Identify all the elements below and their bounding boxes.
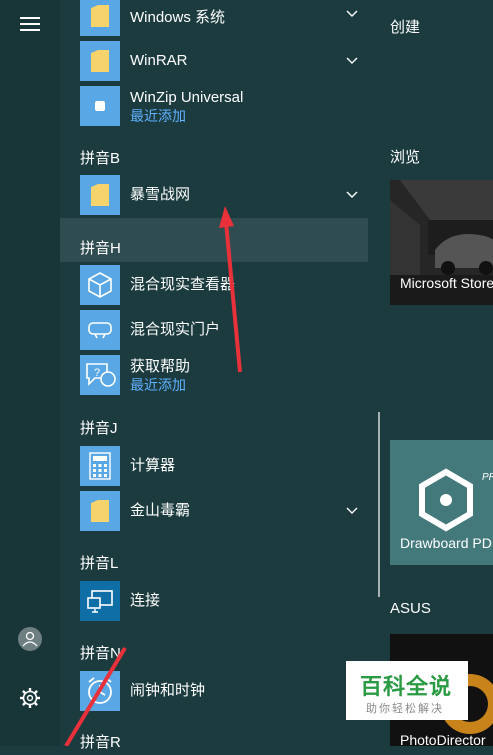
app-name: WinZip Universal [130,89,244,106]
watermark-title: 百科全说 [360,674,453,699]
app-name: WinRAR [130,52,188,69]
app-get-help[interactable]: ? 获取帮助 最近添加 [60,353,368,398]
watermark-subtitle: 助你轻松解决 [366,703,444,715]
gear-icon [20,688,40,708]
help-chat-icon: ? [80,355,120,395]
chevron-down-icon[interactable] [346,504,358,516]
user-avatar-icon [18,627,42,651]
app-name: Windows 系统 [130,9,226,26]
app-name: 获取帮助 [130,358,191,375]
tiles-panel: 创建 浏览 Microsoft Store PR Drawboard PDF A… [384,0,493,746]
chevron-down-icon[interactable] [346,188,358,200]
app-mixed-reality-portal[interactable]: 混合现实门户 [60,308,368,353]
tile-caption: Drawboard PDF [400,535,493,551]
app-connect[interactable]: 连接 [60,579,368,624]
chevron-down-icon[interactable] [346,7,358,19]
app-winzip[interactable]: WinZip Universal 最近添加 [60,84,368,129]
group-header-label: 拼音L [80,555,119,572]
app-blizzard[interactable]: 暴雪战网 [60,173,368,218]
app-list: Windows 系统 WinRAR WinZip Universal 最近添加 … [60,0,368,751]
tile-caption: Microsoft Store [400,275,493,291]
group-header-b[interactable]: 拼音B [60,141,368,171]
tile-group-browse[interactable]: 浏览 [390,146,420,167]
folder-icon [80,41,120,81]
svg-text:?: ? [94,367,100,379]
tile-group-asus[interactable]: ASUS [390,600,431,617]
app-windows-system[interactable]: Windows 系统 [60,0,368,39]
group-header-r[interactable]: 拼音R [60,725,368,755]
app-list-scrollbar[interactable] [378,412,380,597]
group-header-l[interactable]: 拼音L [60,546,368,576]
alarm-clock-icon [80,671,120,711]
calculator-icon [80,446,120,486]
app-alarms-clock[interactable]: 闹钟和时钟 [60,669,368,714]
user-account-button[interactable] [12,621,48,657]
group-header-label: 拼音N [80,645,121,662]
connect-icon [80,581,120,621]
group-header-h[interactable]: 拼音H [60,218,368,262]
recently-added-label: 最近添加 [130,377,186,393]
hamburger-icon [20,17,40,31]
vr-headset-icon [80,310,120,350]
folder-icon [80,491,120,531]
app-name: 暴雪战网 [130,186,191,203]
chevron-down-icon[interactable] [346,54,358,66]
app-kingsoft[interactable]: 金山毒霸 [60,489,368,534]
tile-caption: PhotoDirector [400,732,486,746]
app-name: 计算器 [130,457,176,474]
watermark-logo: 百科全说 助你轻松解决 [346,661,468,720]
hamburger-menu-button[interactable] [12,6,48,42]
recently-added-label: 最近添加 [130,108,186,124]
cube-icon [80,265,120,305]
app-calculator[interactable]: 计算器 [60,444,368,489]
group-header-label: 拼音B [80,150,121,167]
folder-icon [80,175,120,215]
svg-text:PR: PR [482,472,493,483]
group-header-label: 拼音H [80,240,121,257]
winzip-icon [80,86,120,126]
app-mixed-reality-viewer[interactable]: 混合现实查看器 [60,263,368,308]
app-name: 混合现实门户 [130,321,221,338]
group-header-label: 拼音R [80,734,121,751]
group-header-label: 拼音J [80,420,118,437]
settings-button[interactable] [12,680,48,716]
app-name: 金山毒霸 [130,502,191,519]
app-winrar[interactable]: WinRAR [60,39,368,84]
app-name: 连接 [130,592,161,609]
app-name: 混合现实查看器 [130,276,236,293]
group-header-n[interactable]: 拼音N [60,636,368,666]
tile-group-create[interactable]: 创建 [390,16,420,37]
app-name: 闹钟和时钟 [130,682,206,699]
folder-icon [80,0,120,36]
group-header-j[interactable]: 拼音J [60,411,368,441]
microsoft-store-tile[interactable]: Microsoft Store [390,180,493,305]
drawboard-pdf-tile[interactable]: PR Drawboard PDF [390,440,493,565]
start-rail [0,0,60,746]
